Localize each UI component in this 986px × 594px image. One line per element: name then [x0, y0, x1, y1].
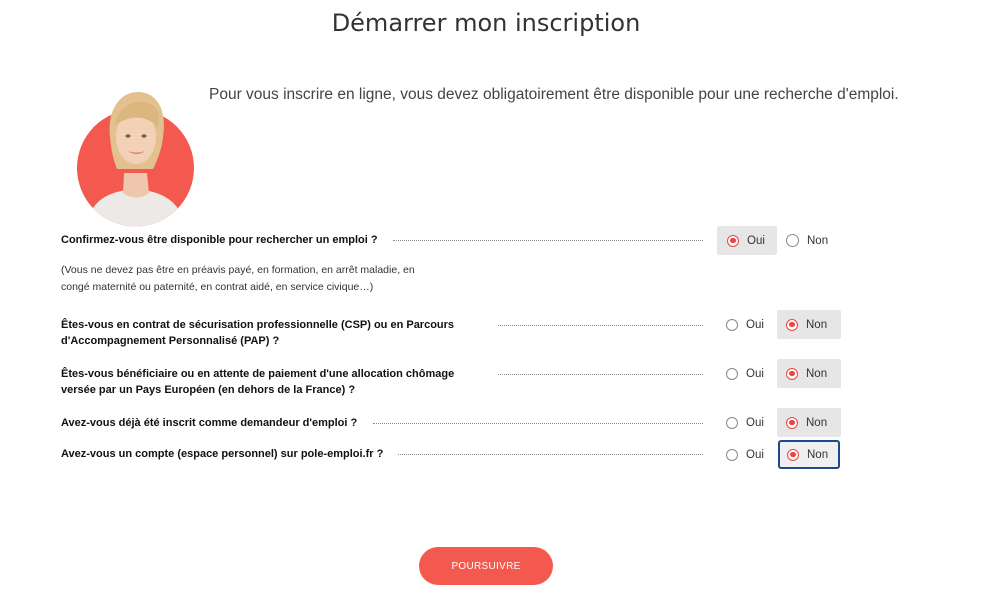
question-allocation-label: Êtes-vous bénéficiaire ou en attente de …	[61, 368, 455, 396]
q3-option-non[interactable]: Non	[777, 359, 841, 388]
radio-unchecked-icon	[726, 318, 738, 331]
radio-unchecked-icon	[726, 448, 738, 461]
radio-checked-icon	[786, 367, 798, 380]
q2-option-non[interactable]: Non	[777, 310, 841, 339]
page-title: Démarrer mon inscription	[331, 9, 641, 37]
leader-dots	[498, 325, 703, 326]
question-csp-label: Êtes-vous en contrat de sécurisation pro…	[61, 319, 455, 347]
radio-checked-icon	[787, 448, 799, 461]
radio-checked-icon	[727, 234, 739, 247]
q4-option-oui[interactable]: Oui	[726, 408, 776, 437]
q4-option-non[interactable]: Non	[777, 408, 841, 437]
leader-dots	[498, 374, 703, 375]
intro-text: Pour vous inscrire en ligne, vous devez …	[209, 86, 899, 103]
leader-dots	[398, 454, 703, 455]
question-account-label: Avez-vous un compte (espace personnel) s…	[61, 448, 384, 460]
q5-option-oui[interactable]: Oui	[726, 440, 776, 469]
radio-unchecked-icon	[726, 416, 738, 429]
leader-dots	[373, 423, 703, 424]
continue-button[interactable]: POURSUIVRE	[419, 547, 553, 585]
q1-option-non[interactable]: Non	[786, 226, 842, 255]
q3-option-oui[interactable]: Oui	[726, 359, 776, 388]
radio-unchecked-icon	[786, 234, 799, 247]
radio-checked-icon	[786, 416, 798, 429]
q1-option-oui[interactable]: Oui	[717, 226, 777, 255]
question-available-note: (Vous ne devez pas être en préavis payé,…	[61, 264, 415, 293]
q5-option-non[interactable]: Non	[778, 440, 840, 469]
question-available-label: Confirmez-vous être disponible pour rech…	[61, 234, 378, 246]
q2-option-oui[interactable]: Oui	[726, 310, 776, 339]
woman-avatar-image	[77, 91, 194, 227]
leader-dots	[393, 240, 703, 241]
radio-checked-icon	[786, 318, 798, 331]
radio-unchecked-icon	[726, 367, 738, 380]
question-registered-label: Avez-vous déjà été inscrit comme demande…	[61, 417, 358, 429]
